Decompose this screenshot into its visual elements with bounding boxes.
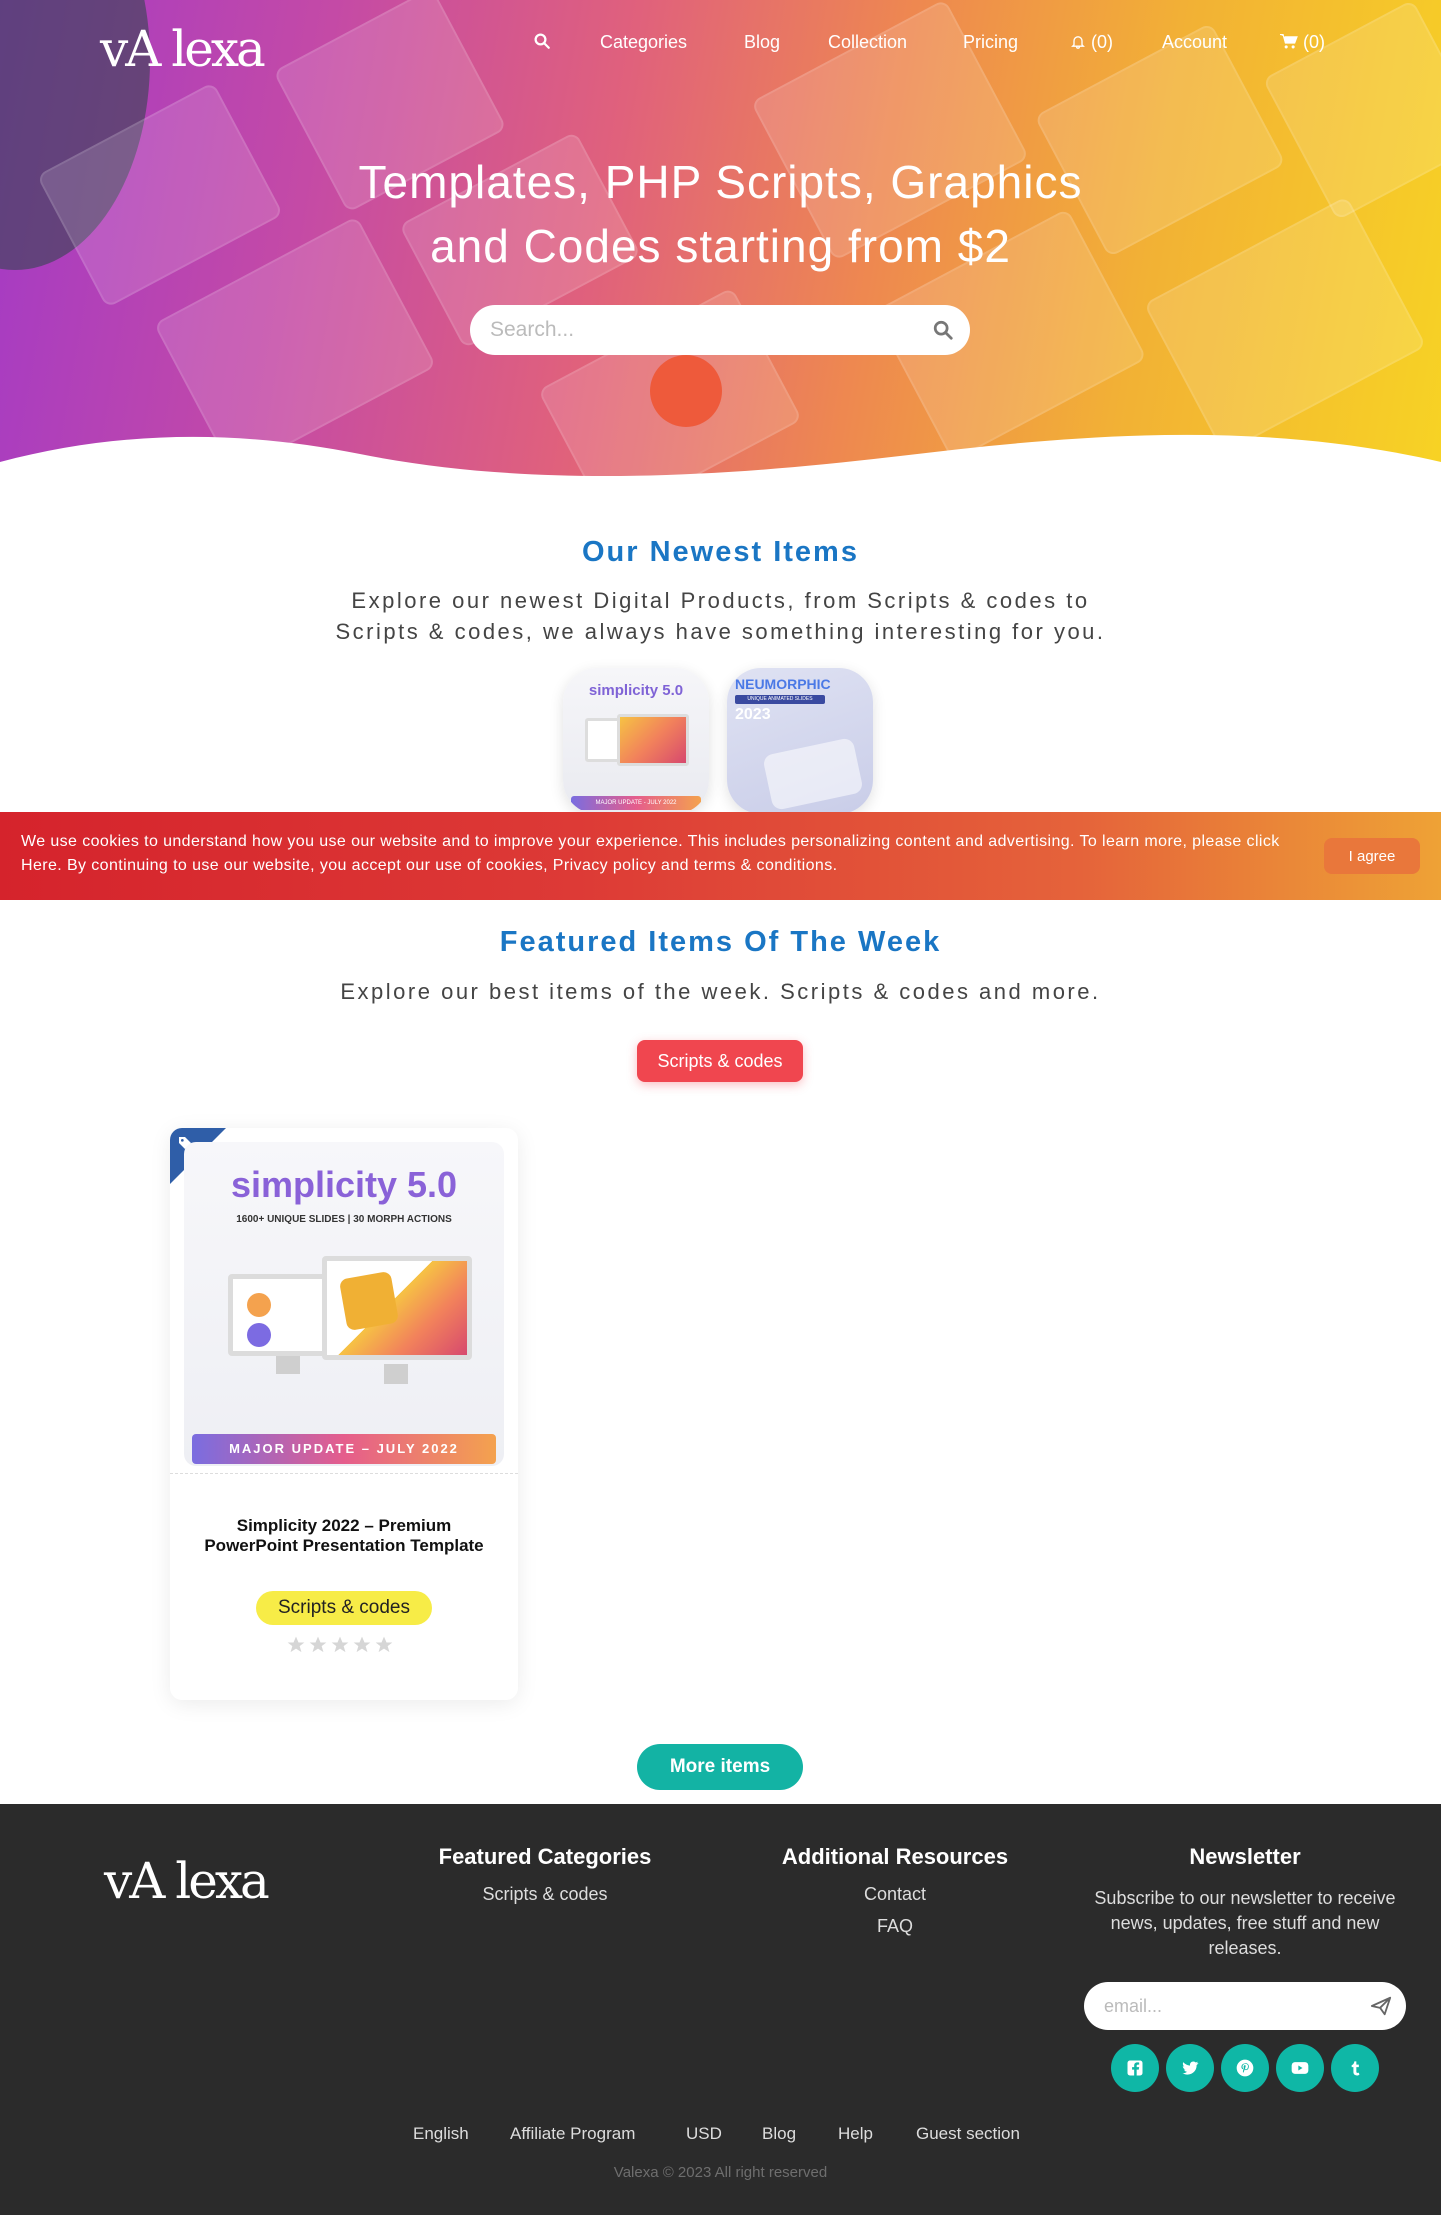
hero-wave-divider xyxy=(0,434,1441,490)
hero-title-line1: Templates, PHP Scripts, Graphics xyxy=(358,156,1083,208)
pinterest-icon[interactable] xyxy=(1221,2044,1269,2092)
star-icon xyxy=(353,1636,371,1653)
facebook-icon[interactable] xyxy=(1111,2044,1159,2092)
newsletter-text: Subscribe to our newsletter to receive n… xyxy=(1094,1888,1396,1958)
thumb-neumorphic-sub: UNIQUE ANIMATED SLIDES xyxy=(735,695,825,704)
newest-item-simplicity[interactable]: simplicity 5.0 MAJOR UPDATE - JULY 2022 xyxy=(563,668,709,814)
thumb-neumorphic-year: 2023 xyxy=(735,706,771,723)
nav-account[interactable]: Account xyxy=(1162,32,1227,53)
bell-icon xyxy=(1071,36,1085,49)
cookie-agree-button[interactable]: I agree xyxy=(1324,838,1420,874)
product-title[interactable]: Simplicity 2022 – Premium PowerPoint Pre… xyxy=(200,1516,488,1556)
featured-description: Explore our best items of the week. Scri… xyxy=(340,979,1101,1004)
featured-title: Featured Items Of The Week xyxy=(499,926,942,958)
hero-title-line2: and Codes starting from $2 xyxy=(430,220,1011,272)
product-category-badge[interactable]: Scripts & codes xyxy=(256,1591,432,1625)
thumb-neumorphic-title: NEUMORPHIC xyxy=(735,676,831,692)
product-image-title: simplicity 5.0 xyxy=(230,1164,458,1205)
star-icon xyxy=(309,1636,327,1653)
product-image-subtitle: 1600+ UNIQUE SLIDES | 30 MORPH ACTIONS xyxy=(236,1214,452,1225)
product-image-monitor-right xyxy=(322,1256,472,1360)
footer-newsletter-heading: Newsletter xyxy=(1189,1844,1301,1869)
newest-desc-line2: Scripts & codes, we always have somethin… xyxy=(335,619,1106,644)
nav-notifications[interactable]: (0) xyxy=(1070,32,1113,53)
nav-collection[interactable]: Collection xyxy=(828,32,907,53)
newest-desc-line1: Explore our newest Digital Products, fro… xyxy=(351,588,1090,613)
copyright-text: Valexa © 2023 All right reserved xyxy=(613,2164,828,2181)
card-divider xyxy=(170,1473,518,1474)
category-filter-button[interactable]: Scripts & codes xyxy=(637,1040,803,1082)
footer-language-link[interactable]: English xyxy=(413,2124,469,2144)
search-submit-icon[interactable] xyxy=(932,319,954,341)
cookie-consent-bar: We use cookies to understand how you use… xyxy=(0,812,1441,900)
hero-search xyxy=(470,305,970,355)
search-input[interactable] xyxy=(490,305,910,355)
more-items-button[interactable]: More items xyxy=(637,1744,803,1790)
footer-currency-link[interactable]: USD xyxy=(686,2124,722,2144)
nav-categories[interactable]: Categories xyxy=(600,32,687,53)
hero-banner: vA lexa Categories Blog Collection Prici… xyxy=(0,0,1441,490)
newsletter-email-input[interactable] xyxy=(1104,1982,1354,2030)
cart-count: (0) xyxy=(1303,32,1326,52)
twitter-icon[interactable] xyxy=(1166,2044,1214,2092)
newest-title: Our Newest Items xyxy=(582,536,859,568)
star-icon xyxy=(287,1636,305,1653)
star-icon xyxy=(331,1636,349,1653)
footer-affiliate-link[interactable]: Affiliate Program xyxy=(510,2124,635,2144)
thumb-simplicity-banner: MAJOR UPDATE - JULY 2022 xyxy=(571,796,701,810)
footer-help-link[interactable]: Help xyxy=(838,2124,873,2144)
search-icon[interactable] xyxy=(533,32,551,55)
hero-title: Templates, PHP Scripts, Graphics and Cod… xyxy=(0,150,1441,278)
footer-resources-heading: Additional Resources xyxy=(781,1844,1009,1869)
footer-link-faq[interactable]: FAQ xyxy=(750,1916,1040,1937)
youtube-icon[interactable] xyxy=(1276,2044,1324,2092)
newest-item-neumorphic[interactable]: NEUMORPHIC UNIQUE ANIMATED SLIDES 2023 xyxy=(727,668,873,814)
notifications-count: (0) xyxy=(1091,32,1114,52)
product-card[interactable]: simplicity 5.0 1600+ UNIQUE SLIDES | 30 … xyxy=(170,1128,518,1700)
footer-logo[interactable]: vA lexa xyxy=(104,1852,270,1910)
nav-blog[interactable]: Blog xyxy=(744,32,780,53)
site-footer: vA lexa Featured Categories Scripts & co… xyxy=(0,1804,1441,2215)
main-nav: Categories Blog Collection Pricing (0) A… xyxy=(0,32,1441,62)
footer-guest-link[interactable]: Guest section xyxy=(916,2124,1020,2144)
cookie-text: We use cookies to understand how you use… xyxy=(21,833,1280,874)
cart-icon xyxy=(1280,33,1298,49)
footer-link-scripts-codes[interactable]: Scripts & codes xyxy=(400,1884,690,1905)
footer-featured-heading: Featured Categories xyxy=(438,1844,652,1869)
newest-description: Explore our newest Digital Products, fro… xyxy=(0,585,1441,647)
tumblr-icon[interactable] xyxy=(1331,2044,1379,2092)
newsletter-form xyxy=(1084,1982,1406,2030)
product-image-banner: MAJOR UPDATE – JULY 2022 xyxy=(192,1434,496,1464)
product-rating xyxy=(286,1635,402,1659)
footer-link-contact[interactable]: Contact xyxy=(750,1884,1040,1905)
nav-pricing[interactable]: Pricing xyxy=(963,32,1018,53)
footer-blog-link[interactable]: Blog xyxy=(762,2124,796,2144)
send-icon[interactable] xyxy=(1370,1995,1392,2017)
thumb-simplicity-title: simplicity 5.0 xyxy=(588,682,684,699)
product-image[interactable]: simplicity 5.0 1600+ UNIQUE SLIDES | 30 … xyxy=(184,1142,504,1466)
nav-cart[interactable]: (0) xyxy=(1279,32,1325,53)
star-icon xyxy=(375,1636,393,1653)
